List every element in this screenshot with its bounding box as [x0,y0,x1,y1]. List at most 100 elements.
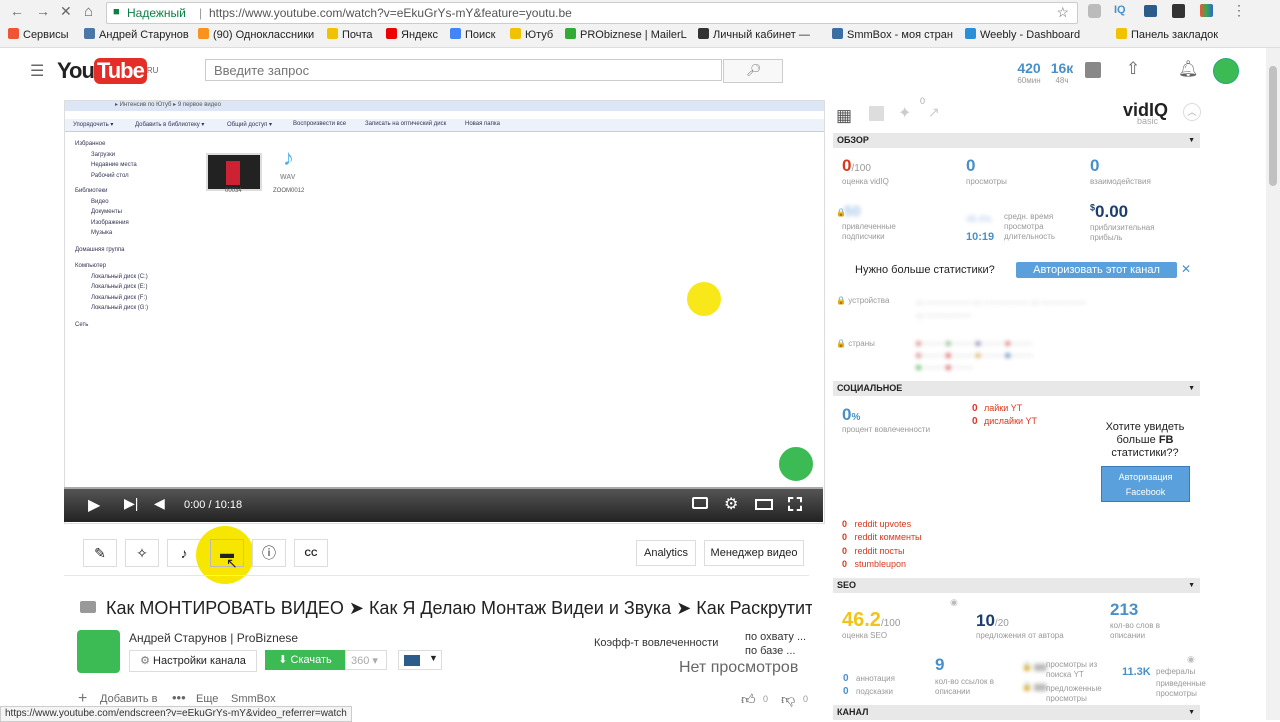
lock-icon: ■ [113,6,120,18]
income-label: приблизительная прибыль [1090,223,1155,242]
forward-icon[interactable]: → [36,3,50,19]
subs-label: привлеченные подписчики [842,222,896,241]
facebook-auth-button[interactable]: Авторизация Facebook [1101,466,1190,502]
section-seo[interactable]: SEO ▼ [833,578,1200,593]
download-button[interactable]: ⬇ Скачать [265,650,345,670]
analytics-button[interactable]: Analytics [636,540,696,566]
divider [64,575,809,576]
likes-yt-label: лайки YT [984,403,1023,413]
twitter-icon[interactable]: ✦ [898,103,911,123]
hamburger-menu-icon[interactable]: ☰ [30,61,44,81]
channel-avatar[interactable] [77,630,120,673]
subs-blurred: 50 [844,203,861,220]
engagement-pct: 0% [842,405,861,424]
grid-view-icon[interactable]: ▦ [836,106,852,126]
chart-tab-icon[interactable] [869,106,884,121]
back-icon[interactable]: ← [10,3,24,19]
play-icon[interactable]: ▶ [88,495,100,515]
authorize-channel-button[interactable]: Авторизовать этот канал [1016,262,1177,278]
like-count: 0 [763,694,769,704]
vidiq-extension-icon[interactable]: IQ [1114,4,1126,16]
realtime-views-60min: 420 60мин [1017,60,1041,85]
analytics-chart-icon[interactable] [1085,62,1101,78]
search-button[interactable]: 🔎︎ [723,59,783,83]
add-to-button[interactable]: Добавить в [100,693,158,705]
engagement-pct-label: процент вовлеченности [842,425,931,434]
edit-pencil-button[interactable]: ✎ [83,539,117,567]
extension-icon-3[interactable] [1200,4,1213,17]
extension-dropdown[interactable]: ▼ [398,650,442,670]
views-value: 0 [966,156,976,175]
person-thumbnail [226,161,240,185]
bookmark-panel[interactable]: Панель закладок [1116,28,1218,41]
realtime-views-48h: 16к 48ч [1050,60,1074,85]
extension-icon-2[interactable] [1172,4,1185,18]
dislike-icon[interactable]: 👎︎ [781,691,795,708]
vidiq-plan: basic [1137,116,1159,126]
dislikes-yt-value: 0 [972,416,978,427]
close-icon[interactable]: ✕ [1181,262,1191,276]
more-button[interactable]: Еще [196,693,218,705]
bookmark-smmbox[interactable]: SmmBox - моя стран [832,28,953,41]
reload-icon[interactable]: ✕ [60,3,72,20]
video-player[interactable]: ▸ Интенсив по Ютуб ▸ 9 первое видео Упор… [64,100,825,524]
youtube-logo[interactable]: You Tube RU [57,58,158,84]
browser-toolbar: ← → ✕ ⌂ ■ Надежный | https://www.youtube… [0,0,1280,25]
bookmark-youtube[interactable]: Ютуб [510,28,553,41]
notifications-bell-icon[interactable]: 🔔︎ [1178,59,1198,79]
search-input[interactable] [205,59,722,81]
address-bar[interactable]: ■ Надежный | https://www.youtube.com/wat… [106,2,1078,24]
bookmark-weebly[interactable]: Weebly - Dashboard [965,28,1080,41]
facebook-prompt: Хотите увидеть больше FB статистики?? [1105,421,1185,459]
section-overview[interactable]: ОБЗОР ▼ [833,133,1200,148]
links-value: 9 [935,655,945,674]
bookmark-star-icon[interactable]: ☆ [1056,4,1069,21]
video-manager-button[interactable]: Менеджер видео [704,540,804,566]
collapse-icon[interactable]: ︿ [1183,103,1201,121]
bookmark-yandex[interactable]: Яндекс [386,28,438,41]
vk-icon [84,28,95,39]
theater-mode-icon[interactable] [755,499,773,510]
google-icon [450,28,461,39]
settings-gear-icon[interactable]: ⚙ [724,494,738,514]
magic-wand-icon: ✧ [136,545,148,561]
bookmark-ok[interactable]: (90) Одноклассники [198,28,314,41]
enhance-button[interactable]: ✧ [125,539,159,567]
bookmark-probiznese[interactable]: PRObiznese | MailerL [565,28,687,41]
screenshot-camera-icon[interactable] [692,497,708,509]
extension-shield-icon[interactable] [1088,4,1101,18]
trend-icon[interactable]: ↗ [928,104,940,121]
bookmark-search[interactable]: Поиск [450,28,495,41]
chrome-menu-icon[interactable]: ⋮ [1232,2,1246,19]
explorer-tree: Избранное Загрузки Недавние места Рабочи… [75,141,149,328]
folder-icon [327,28,338,39]
upload-icon[interactable]: ⇧ [1126,59,1140,79]
bookmark-cabinet[interactable]: Личный кабинет — [698,28,810,41]
avatar[interactable] [1213,58,1239,84]
cards-button[interactable]: ⓘ [252,539,286,567]
volume-icon[interactable]: ◀ [154,495,165,512]
dislike-count: 0 [803,694,809,704]
section-social[interactable]: СОЦИАЛЬНОЕ ▼ [833,381,1200,396]
fullscreen-icon[interactable] [788,497,802,511]
page-scrollbar[interactable] [1266,48,1280,720]
next-icon[interactable]: ▶| [124,495,138,512]
bookmark-mail[interactable]: Почта [327,28,373,41]
subtitles-value: 0 [843,686,849,697]
bookmark-services[interactable]: Сервисы [8,28,69,41]
quality-select[interactable]: 360 ▾ [345,650,387,670]
smmbox-button[interactable]: SmmBox [231,693,276,705]
cc-icon: CC [304,548,318,558]
avg-label: средн. время просмотра длительность [1004,212,1056,241]
channel-watermark[interactable] [777,445,815,483]
vidiq-score-label: оценка vidIQ [842,177,889,186]
subtitles-button[interactable]: CC [294,539,328,567]
like-icon[interactable]: 👍︎ [741,691,756,708]
channel-settings-button[interactable]: ⚙ Настройки канала [129,650,257,672]
channel-name[interactable]: Андрей Старунов | ProBiznese [129,631,298,645]
extension-icon[interactable] [1144,5,1157,17]
home-icon[interactable]: ⌂ [84,3,93,20]
more-dots-icon[interactable]: ••• [172,690,186,705]
bookmark-vk[interactable]: Андрей Старунов [84,28,189,41]
section-channel[interactable]: КАНАЛ ▼ [833,705,1200,720]
